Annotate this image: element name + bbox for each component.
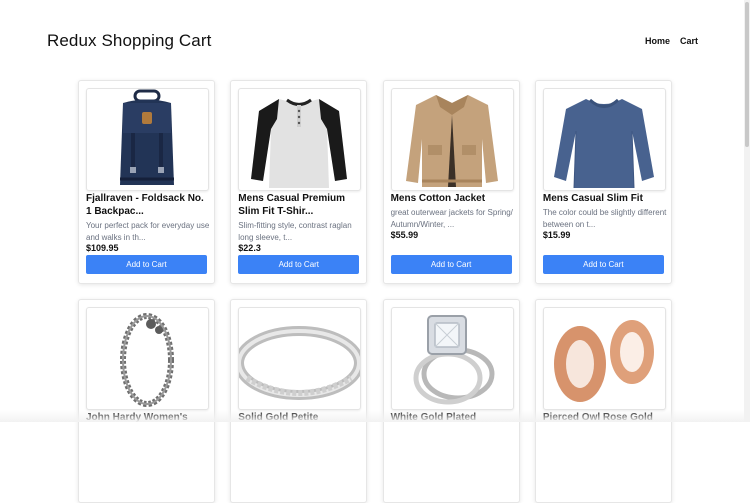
product-title: Mens Cotton Jacket bbox=[390, 193, 486, 204]
product-price: $109.95 bbox=[86, 243, 119, 253]
product-card: John Hardy Women's bbox=[78, 299, 215, 503]
product-title: Fjallraven - Foldsack No. 1 Backpac... bbox=[86, 193, 204, 217]
product-card: Mens Cotton Jacket great outerwear jacke… bbox=[382, 80, 520, 284]
nav-cart-link[interactable]: Cart bbox=[680, 36, 698, 46]
product-card: Mens Casual Slim Fit The color could be … bbox=[534, 80, 672, 284]
bottom-fade bbox=[0, 410, 744, 422]
product-price: $15.99 bbox=[542, 230, 571, 240]
product-description: great outerwear jackets for Spring/ Autu… bbox=[390, 208, 513, 229]
product-image-long-sleeve[interactable] bbox=[542, 88, 666, 191]
product-image-raglan-shirt[interactable] bbox=[238, 88, 362, 191]
product-card: Solid Gold Petite bbox=[230, 299, 368, 503]
product-price: $22.3 bbox=[238, 243, 261, 253]
add-to-cart-button[interactable]: Add to Cart bbox=[542, 255, 664, 274]
main-nav: Home Cart bbox=[645, 36, 698, 46]
nav-home-link[interactable]: Home bbox=[645, 36, 670, 46]
product-image-ring-band[interactable] bbox=[238, 307, 362, 410]
product-image-backpack[interactable] bbox=[86, 88, 209, 191]
add-to-cart-button[interactable]: Add to Cart bbox=[86, 255, 207, 274]
product-image-diamond-ring[interactable] bbox=[390, 307, 514, 410]
product-description: The color could be slightly different be… bbox=[542, 208, 667, 229]
vertical-scrollbar[interactable] bbox=[744, 0, 750, 422]
product-card: White Gold Plated bbox=[382, 299, 520, 503]
add-to-cart-button[interactable]: Add to Cart bbox=[390, 255, 512, 274]
product-image-rose-gold-plugs[interactable] bbox=[542, 307, 666, 410]
product-grid: Fjallraven - Foldsack No. 1 Backpac... Y… bbox=[78, 80, 672, 503]
product-title: Mens Casual Slim Fit bbox=[542, 193, 643, 204]
product-card: Pierced Owl Rose Gold bbox=[534, 299, 672, 503]
product-title: Mens Casual Premium Slim Fit T-Shir... bbox=[238, 193, 346, 217]
product-price: $55.99 bbox=[390, 230, 419, 240]
product-image-jacket[interactable] bbox=[390, 88, 514, 191]
page-header: Redux Shopping Cart Home Cart bbox=[0, 0, 744, 70]
add-to-cart-button[interactable]: Add to Cart bbox=[238, 255, 360, 274]
page-title: Redux Shopping Cart bbox=[47, 31, 212, 50]
product-card: Mens Casual Premium Slim Fit T-Shir... S… bbox=[230, 80, 368, 284]
product-card: Fjallraven - Foldsack No. 1 Backpac... Y… bbox=[78, 80, 215, 284]
scrollbar-thumb[interactable] bbox=[745, 2, 749, 147]
product-image-bracelet[interactable] bbox=[86, 307, 209, 410]
product-description: Slim-fitting style, contrast raglan long… bbox=[238, 221, 352, 242]
product-description: Your perfect pack for everyday use and w… bbox=[86, 221, 210, 242]
